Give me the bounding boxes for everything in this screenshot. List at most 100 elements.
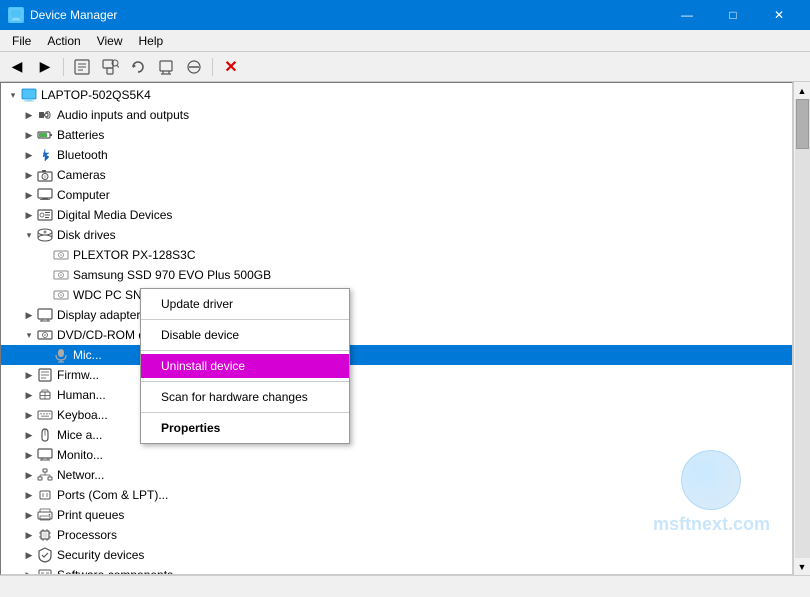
toolbar-update[interactable] [125,55,151,79]
expand-samsung [37,267,53,283]
toolbar-remove[interactable]: ✕ [218,55,244,79]
scroll-up-btn[interactable]: ▲ [795,82,810,99]
scroll-thumb[interactable] [796,99,809,149]
monitors-icon [37,447,53,463]
tree-item-audio[interactable]: ▶ Audio inputs and outputs [1,105,792,125]
expand-batteries[interactable]: ▶ [21,127,37,143]
expand-root[interactable]: ▾ [5,87,21,103]
network-icon [37,467,53,483]
toolbar-sep-2 [212,58,213,76]
disks-label: Disk drives [57,228,792,242]
tree-item-human[interactable]: ▶ Human... [1,385,792,405]
bluetooth-icon [37,147,53,163]
expand-software-components[interactable]: ▶ [21,567,37,575]
toolbar-scan[interactable] [97,55,123,79]
tree-item-monitors[interactable]: ▶ Monito... [1,445,792,465]
toolbar: ◀ ▶ [0,52,810,82]
tree-item-network[interactable]: ▶ Networ... [1,465,792,485]
expand-disks[interactable]: ▾ [21,227,37,243]
tree-item-keyboards[interactable]: ▶ Keyboa... [1,405,792,425]
expand-wdc [37,287,53,303]
menu-action[interactable]: Action [39,32,88,50]
menu-help[interactable]: Help [131,32,172,50]
minimize-button[interactable]: — [664,0,710,30]
tree-item-mice[interactable]: ▶ Mice a... [1,425,792,445]
tree-item-display[interactable]: ▶ Display adapters [1,305,792,325]
expand-media[interactable]: ▶ [21,207,37,223]
tree-item-ports[interactable]: ▶ Ports (Com & LPT)... [1,485,792,505]
audio-icon [37,107,53,123]
tree-item-software-components[interactable]: ▶ Software components [1,565,792,575]
expand-display[interactable]: ▶ [21,307,37,323]
tree-item-firmware[interactable]: ▶ Firmw... [1,365,792,385]
toolbar-back[interactable]: ◀ [4,55,30,79]
tree-view[interactable]: ▾ LAPTOP-502QS5K4 ▶ [0,82,793,575]
expand-monitors[interactable]: ▶ [21,447,37,463]
software-components-label: Software components [57,568,792,575]
expand-network[interactable]: ▶ [21,467,37,483]
tree-item-security[interactable]: ▶ Security devices [1,545,792,565]
toolbar-forward[interactable]: ▶ [32,55,58,79]
plextor-icon [53,247,69,263]
dvd-icon [37,327,53,343]
tree-item-batteries[interactable]: ▶ Batteries [1,125,792,145]
computer-small-icon [37,187,53,203]
tree-item-print[interactable]: ▶ Print queues [1,505,792,525]
expand-cameras[interactable]: ▶ [21,167,37,183]
ctx-scan-changes[interactable]: Scan for hardware changes [141,385,349,409]
wdc-icon [53,287,69,303]
close-button[interactable]: ✕ [756,0,802,30]
ctx-properties[interactable]: Properties [141,416,349,440]
expand-firmware[interactable]: ▶ [21,367,37,383]
media-label: Digital Media Devices [57,208,792,222]
title-bar-controls: — □ ✕ [664,0,802,30]
title-bar: Device Manager — □ ✕ [0,0,810,30]
mice-icon [37,427,53,443]
scroll-track[interactable] [795,99,810,558]
ctx-sep-2 [141,350,349,351]
bluetooth-label: Bluetooth [57,148,792,162]
tree-item-media[interactable]: ▶ Digital Media Devices [1,205,792,225]
expand-bluetooth[interactable]: ▶ [21,147,37,163]
ctx-update-driver[interactable]: Update driver [141,292,349,316]
mic-icon [53,347,69,363]
expand-print[interactable]: ▶ [21,507,37,523]
ctx-disable-device[interactable]: Disable device [141,323,349,347]
expand-audio[interactable]: ▶ [21,107,37,123]
tree-item-plextor[interactable]: PLEXTOR PX-128S3C [1,245,792,265]
tree-item-samsung[interactable]: Samsung SSD 970 EVO Plus 500GB [1,265,792,285]
tree-item-mic[interactable]: Mic... [1,345,792,365]
tree-root[interactable]: ▾ LAPTOP-502QS5K4 [1,85,792,105]
tree-item-disks[interactable]: ▾ Disk drives [1,225,792,245]
expand-dvd[interactable]: ▾ [21,327,37,343]
expand-ports[interactable]: ▶ [21,487,37,503]
toolbar-disable[interactable] [181,55,207,79]
expand-mice[interactable]: ▶ [21,427,37,443]
expand-keyboards[interactable]: ▶ [21,407,37,423]
ctx-uninstall-device[interactable]: Uninstall device [141,354,349,378]
menu-file[interactable]: File [4,32,39,50]
tree-item-wdc[interactable]: WDC PC SN530 SDBPNPZ-512G-1014 [1,285,792,305]
tree-item-cameras[interactable]: ▶ Cameras [1,165,792,185]
menu-view[interactable]: View [89,32,131,50]
computer-label: Computer [57,188,792,202]
expand-security[interactable]: ▶ [21,547,37,563]
tree-item-bluetooth[interactable]: ▶ Bluetooth [1,145,792,165]
expand-computer[interactable]: ▶ [21,187,37,203]
ctx-sep-4 [141,412,349,413]
title-bar-left: Device Manager [8,7,117,23]
samsung-label: Samsung SSD 970 EVO Plus 500GB [73,268,792,282]
scrollbar[interactable]: ▲ ▼ [793,82,810,575]
tree-item-dvd[interactable]: ▾ DVD/CD-ROM drives [1,325,792,345]
tree-item-processors[interactable]: ▶ Processors [1,525,792,545]
toolbar-properties[interactable] [69,55,95,79]
tree-item-computer[interactable]: ▶ Computer [1,185,792,205]
app-title: Device Manager [30,8,117,22]
expand-human[interactable]: ▶ [21,387,37,403]
expand-processors[interactable]: ▶ [21,527,37,543]
ports-icon [37,487,53,503]
monitors-label: Monito... [57,448,792,462]
toolbar-uninstall[interactable] [153,55,179,79]
scroll-down-btn[interactable]: ▼ [795,558,810,575]
maximize-button[interactable]: □ [710,0,756,30]
